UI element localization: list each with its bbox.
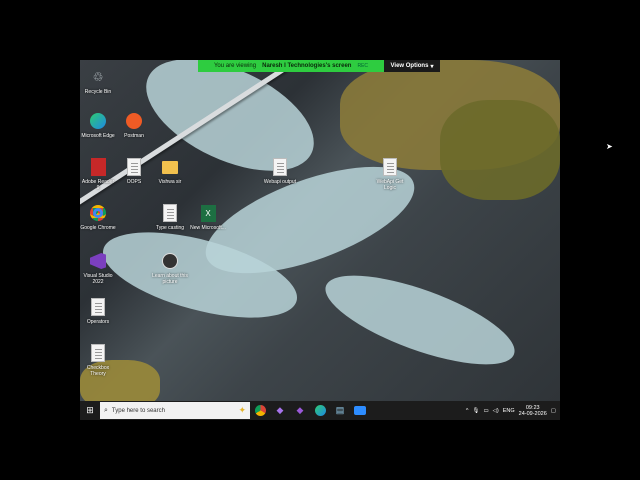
chrome-taskbar-icon[interactable] (250, 401, 270, 420)
search-icon: ⌕ (104, 406, 108, 414)
document-icon (160, 202, 180, 224)
desktop-icon-learn-picture[interactable]: Learn about this picture (152, 250, 188, 285)
visual-studio-icon (88, 250, 108, 272)
notification-icon[interactable]: ▢ (551, 408, 556, 414)
camera-icon (160, 250, 180, 272)
language-indicator[interactable]: ENG (503, 408, 515, 414)
document-icon (380, 156, 400, 178)
desktop-icon-type-casting[interactable]: Type casting (152, 202, 188, 231)
banner-prefix: You are viewing (213, 63, 257, 69)
volume-icon[interactable]: ◁) (493, 408, 499, 414)
desktop-icon-vishwa-sir[interactable]: Vishwa sir (152, 156, 188, 185)
document-icon (88, 296, 108, 318)
taskbar: ⊞ ⌕ Type here to search ✦ ◆ ◆ ▤ ^ 🎙 ▭ ◁)… (80, 401, 560, 420)
desktop-icon-visual-studio[interactable]: Visual Studio 2022 (80, 250, 116, 285)
visual-studio-preview-taskbar-icon[interactable]: ◆ (290, 401, 310, 420)
screen-share-frame: You are viewing Naresh I Technologies's … (0, 0, 640, 480)
notepad-taskbar-icon[interactable]: ▤ (330, 401, 350, 420)
microphone-icon[interactable]: 🎙 (472, 408, 479, 414)
search-placeholder: Type here to search (111, 407, 165, 414)
desktop-icon-adobe-reader[interactable]: Adobe Reader 9 (80, 156, 116, 191)
chrome-icon (88, 202, 108, 224)
desktop-icon-edge[interactable]: Microsoft Edge (80, 110, 116, 139)
edge-icon (88, 110, 108, 132)
excel-icon: X (198, 202, 218, 224)
clock-date: 24-09-2026 (518, 410, 547, 417)
rec-indicator: REC (357, 63, 369, 69)
clock[interactable]: 09:23 24-09-2026 (519, 405, 547, 417)
desktop-icon-recycle-bin[interactable]: ♲ Recycle Bin (80, 66, 116, 95)
windows-start-icon[interactable]: ⊞ (80, 401, 100, 420)
document-icon (270, 156, 290, 178)
desktop-icon-oops[interactable]: OOPS (116, 156, 152, 185)
zoom-taskbar-icon[interactable] (350, 401, 370, 420)
banner-owner: Naresh I Technologies's screen (262, 63, 352, 69)
system-tray: ^ 🎙 ▭ ◁) ENG 09:23 24-09-2026 ▢ (466, 405, 560, 417)
document-icon (124, 156, 144, 178)
mouse-cursor-icon: ➤ (606, 142, 613, 151)
desktop-icon-chrome[interactable]: Google Chrome (80, 202, 116, 231)
screen-share-banner: You are viewing Naresh I Technologies's … (198, 60, 384, 72)
visual-studio-taskbar-icon[interactable]: ◆ (270, 401, 290, 420)
pdf-icon (88, 156, 108, 178)
network-icon[interactable]: ▭ (483, 408, 488, 414)
recycle-bin-icon: ♲ (92, 70, 104, 84)
search-highlight-icon: ✦ (238, 405, 246, 415)
folder-icon (160, 156, 180, 178)
view-options-button[interactable]: View Options ▾ (384, 60, 440, 72)
chevron-down-icon: ▾ (430, 63, 434, 70)
desktop-icon-webapi-get-logic[interactable]: WebApi Get Logic (372, 156, 408, 191)
postman-icon (124, 110, 144, 132)
taskbar-search-box[interactable]: ⌕ Type here to search ✦ (100, 402, 250, 419)
chevron-up-icon[interactable]: ^ (466, 408, 469, 414)
desktop-icon-operators[interactable]: Operators (80, 296, 116, 325)
edge-taskbar-icon[interactable] (310, 401, 330, 420)
desktop-icon-postman[interactable]: Postman (116, 110, 152, 139)
desktop-icon-new-excel[interactable]: X New Microsoft... (190, 202, 226, 231)
desktop-icon-webapi-output[interactable]: Webapi output (262, 156, 298, 185)
document-icon (88, 342, 108, 364)
desktop-icon-checkbox-theory[interactable]: Checkbox Theory (80, 342, 116, 377)
